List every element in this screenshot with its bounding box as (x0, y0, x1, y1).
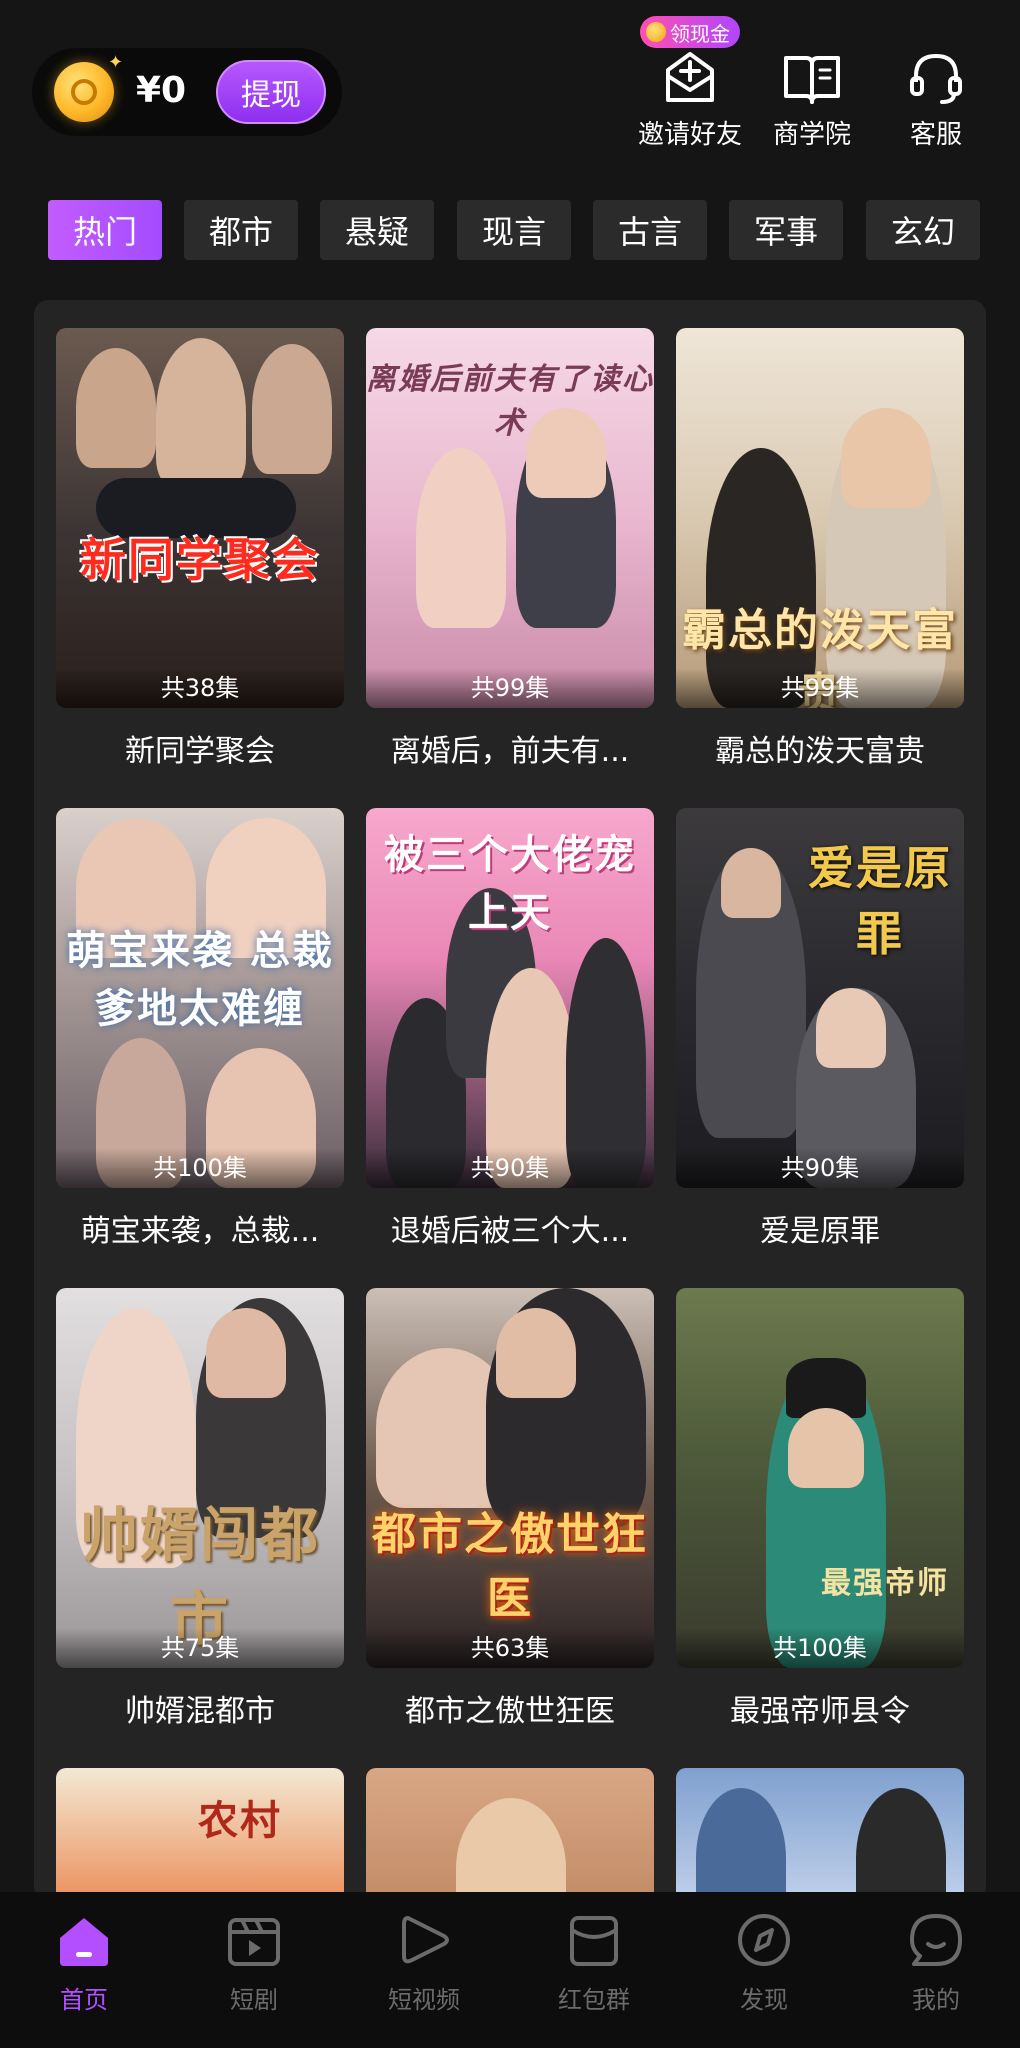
drama-poster (676, 1768, 964, 1900)
poster-title: 农村 (198, 1798, 282, 1844)
episode-count: 共75集 (56, 1628, 344, 1668)
nav-home-label: 首页 (60, 1986, 108, 2014)
nav-red-packet-label: 红包群 (558, 1986, 630, 2014)
episode-count: 共38集 (56, 668, 344, 708)
drama-poster (366, 1768, 654, 1900)
drama-title: 退婚后被三个大... (390, 1214, 630, 1249)
episode-count: 共100集 (56, 1148, 344, 1188)
drama-poster: 最强帝师 共100集 (676, 1288, 964, 1668)
chat-bubble-icon (910, 1914, 962, 1966)
tab-suspense[interactable]: 悬疑 (320, 200, 434, 260)
poster-title: 被三个大佬宠上天 (384, 832, 636, 936)
headset-icon (910, 53, 962, 104)
tab-military[interactable]: 军事 (729, 200, 843, 260)
episode-count: 共100集 (676, 1628, 964, 1668)
drama-poster: 农村 (56, 1768, 344, 1900)
poster-title: 新同学聚会 (80, 533, 320, 587)
nav-short-video-label: 短视频 (388, 1986, 460, 2014)
drama-card[interactable]: 萌宝来袭 总裁爹地太难缠 共100集 萌宝来袭，总裁... (56, 808, 344, 1250)
episode-count: 共90集 (676, 1148, 964, 1188)
drama-poster: 离婚后前夫有了读心术 共99集 (366, 328, 654, 708)
poster-title: 萌宝来袭 总裁爹地太难缠 (66, 928, 334, 1032)
category-tabs: 热门 都市 悬疑 现言 古言 军事 玄幻 (48, 200, 980, 260)
nav-discover-label: 发现 (740, 1986, 788, 2014)
drama-card[interactable]: 帅婿闯都市 共75集 帅婿混都市 (56, 1288, 344, 1730)
drama-card[interactable]: 新同学聚会 共38集 新同学聚会 (56, 328, 344, 770)
drama-poster: 爱是原罪 共90集 (676, 808, 964, 1188)
compass-icon (738, 1914, 790, 1966)
sparkle-icon: ✦ (108, 52, 124, 73)
nav-short-video[interactable]: 短视频 (364, 1910, 484, 2030)
nav-profile[interactable]: 我的 (876, 1910, 996, 2030)
drama-card[interactable]: 最强帝师 共100集 最强帝师县令 (676, 1288, 964, 1730)
drama-title: 霸总的泼天富贵 (715, 734, 925, 769)
drama-title: 爱是原罪 (760, 1214, 880, 1249)
poster-title: 最强帝师 (821, 1566, 949, 1601)
invite-friends-label: 邀请好友 (637, 120, 742, 150)
withdraw-button[interactable]: 提现 (216, 60, 326, 124)
cash-reward-badge[interactable]: 领现金 (640, 16, 740, 48)
drama-grid: 新同学聚会 共38集 新同学聚会 离婚后前夫有了读心术 共99集 离婚后，前夫有… (34, 300, 986, 1900)
customer-service-button[interactable]: 客服 (876, 46, 996, 156)
play-icon (402, 1916, 449, 1964)
drama-card[interactable]: 霸总的泼天富贵 共99集 霸总的泼天富贵 (676, 328, 964, 770)
invite-friends-button[interactable]: 邀请好友 (630, 46, 750, 156)
drama-title: 都市之傲世狂医 (405, 1694, 615, 1729)
gold-coin-icon (54, 62, 114, 122)
episode-count: 共90集 (366, 1148, 654, 1188)
drama-card[interactable]: 农村 (56, 1768, 344, 1900)
nav-short-drama[interactable]: 短剧 (194, 1910, 314, 2030)
drama-card[interactable]: 爱是原罪 共90集 爱是原罪 (676, 808, 964, 1250)
poster-title: 离婚后前夫有了读心术 (366, 362, 654, 441)
nav-short-drama-label: 短剧 (230, 1986, 278, 2014)
balance-amount: ¥0 (136, 70, 187, 111)
tab-modern-romance[interactable]: 现言 (457, 200, 571, 260)
wallet-pill[interactable]: ✦ ¥0 提现 (32, 48, 342, 136)
drama-title: 最强帝师县令 (730, 1694, 910, 1729)
drama-poster: 萌宝来袭 总裁爹地太难缠 共100集 (56, 808, 344, 1188)
home-icon (60, 1918, 108, 1966)
poster-title: 爱是原罪 (808, 841, 952, 961)
clapperboard-icon (228, 1918, 280, 1966)
drama-poster: 帅婿闯都市 共75集 (56, 1288, 344, 1668)
drama-card[interactable]: 被三个大佬宠上天 共90集 退婚后被三个大... (366, 808, 654, 1250)
drama-title: 帅婿混都市 (125, 1694, 275, 1729)
drama-title: 新同学聚会 (125, 734, 275, 769)
drama-poster: 都市之傲世狂医 共63集 (366, 1288, 654, 1668)
red-packet-icon (570, 1916, 618, 1966)
drama-card[interactable] (676, 1768, 964, 1900)
tab-fantasy[interactable]: 玄幻 (866, 200, 980, 260)
episode-count: 共99集 (366, 668, 654, 708)
tab-urban[interactable]: 都市 (184, 200, 298, 260)
episode-count: 共99集 (676, 668, 964, 708)
drama-card[interactable]: 离婚后前夫有了读心术 共99集 离婚后，前夫有... (366, 328, 654, 770)
book-icon (784, 56, 840, 104)
nav-profile-label: 我的 (912, 1986, 960, 2014)
episode-count: 共63集 (366, 1628, 654, 1668)
tab-hot[interactable]: 热门 (48, 200, 162, 260)
nav-home[interactable]: 首页 (24, 1910, 144, 2030)
drama-card[interactable]: 都市之傲世狂医 共63集 都市之傲世狂医 (366, 1288, 654, 1730)
cash-badge-label: 领现金 (670, 21, 730, 46)
drama-poster: 被三个大佬宠上天 共90集 (366, 808, 654, 1188)
drama-poster: 霸总的泼天富贵 共99集 (676, 328, 964, 708)
business-school-button[interactable]: 商学院 (752, 46, 872, 156)
customer-service-label: 客服 (909, 120, 962, 150)
drama-card[interactable] (366, 1768, 654, 1900)
drama-poster: 新同学聚会 共38集 (56, 328, 344, 708)
nav-red-packet-group[interactable]: 红包群 (534, 1910, 654, 2030)
nav-discover[interactable]: 发现 (704, 1910, 824, 2030)
tab-ancient-romance[interactable]: 古言 (593, 200, 707, 260)
coin-icon (646, 22, 666, 42)
drama-title: 萌宝来袭，总裁... (80, 1214, 320, 1249)
business-school-label: 商学院 (772, 120, 851, 150)
poster-title: 都市之傲世狂医 (372, 1509, 648, 1624)
bottom-navigation: 首页 短剧 短视频 红包群 发现 我的 (0, 1892, 1020, 2048)
drama-title: 离婚后，前夫有... (390, 734, 630, 769)
invite-icon (666, 52, 714, 102)
